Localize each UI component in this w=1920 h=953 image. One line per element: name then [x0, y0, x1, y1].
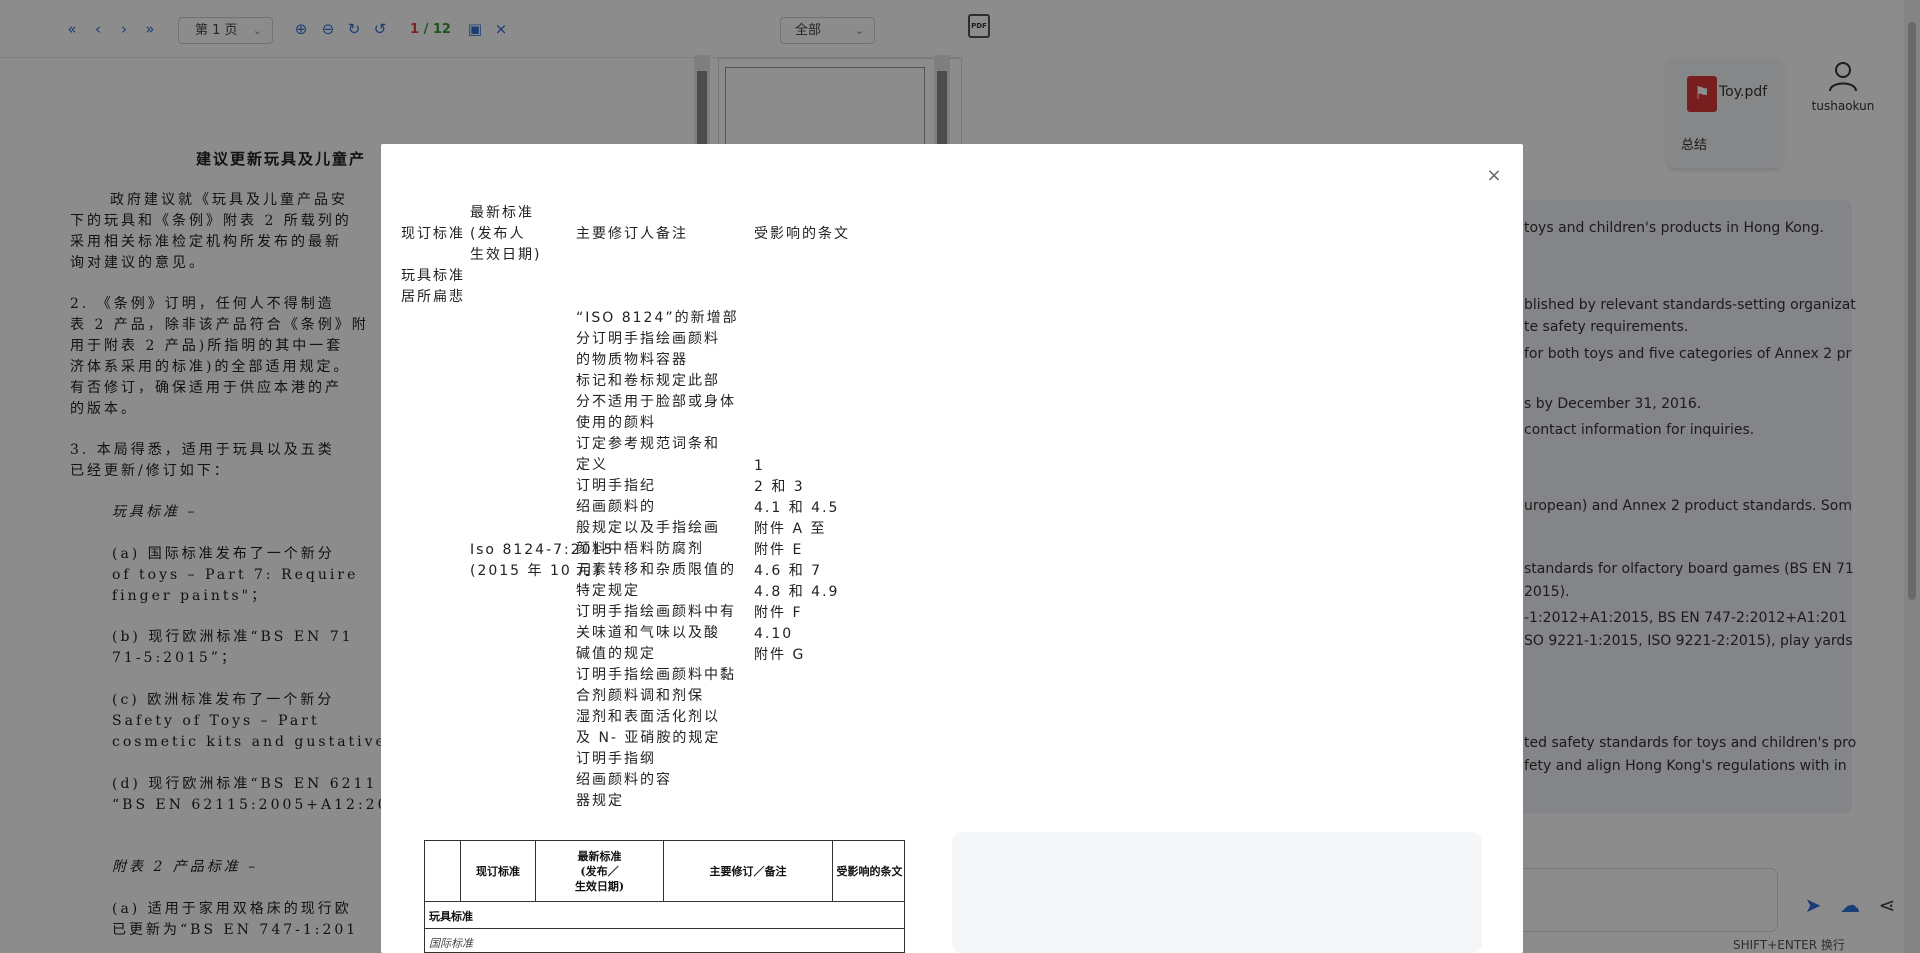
close-icon[interactable]: × [1484, 166, 1504, 186]
note-line: 分订明手指绘画颜料 [576, 331, 720, 347]
preview-placeholder [952, 832, 1482, 953]
affected-item: 4.6 和 7 [754, 563, 823, 579]
note-line: 特定规定 [576, 583, 640, 599]
table-image: 现订标准 最新标准 (发布／ 生效日期) 主要修订／备注 受影响的条文 玩具标准… [424, 840, 905, 953]
affected-item: 4.8 和 4.9 [754, 584, 840, 600]
table-header-notes: 主要修订／备注 [664, 841, 833, 902]
affected-item: 2 和 3 [754, 479, 805, 495]
header-affected: 受影响的条文 [754, 226, 850, 242]
note-line: 订明手指绘画颜料中有 [576, 604, 736, 620]
table-cell-blank [425, 841, 461, 902]
affected-item: 附件 G [754, 647, 806, 663]
table-divider [425, 928, 904, 929]
note-line: 般规定以及手指绘画 [576, 520, 720, 536]
note-line: 的物质物料容器 [576, 352, 688, 368]
affected-item: 4.10 [754, 626, 794, 642]
row-toy-sub: 居所扁悲 [401, 289, 465, 305]
note-line: 订明手指纪 [576, 478, 656, 494]
note-line: 标记和卷标规定此部 [576, 373, 720, 389]
note-line: 颜料中梧料防腐剂 [576, 541, 704, 557]
affected-item: 附件 A 至 [754, 521, 827, 537]
header-current: 现订标准 [401, 226, 465, 242]
header-latest-line1: 最新标准 [470, 205, 534, 221]
note-line: 绍画颜料的 [576, 499, 656, 515]
table-header-latest-1: 最新标准 [577, 849, 622, 863]
row-toy-label: 玩具标准 [401, 268, 465, 284]
table-header-latest: 最新标准 (发布／ 生效日期) [536, 841, 664, 902]
note-line: 使用的颜料 [576, 415, 656, 431]
header-latest-line3: 生效日期) [470, 247, 542, 263]
table-row-toy: 玩具标准 [429, 910, 473, 923]
table-header-current: 现订标准 [461, 841, 536, 902]
table-header-affected: 受影响的条文 [833, 841, 904, 902]
note-line: 湿剂和表面活化剂以 [576, 709, 720, 725]
affected-item: 1 [754, 458, 765, 474]
affected-item: 4.1 和 4.5 [754, 500, 840, 516]
note-line: 订明手指绘画颜料中黏 [576, 667, 736, 683]
note-line: 关味道和气味以及酸 [576, 625, 720, 641]
table-row-intl: 国际标准 [429, 937, 473, 950]
note-line: 元素转移和杂质限值的 [576, 562, 736, 578]
note-line: “ISO 8124”的新增部 [576, 310, 739, 326]
note-line: 合剂颜料调和剂保 [576, 688, 704, 704]
note-line: 分不适用于脸部或身体 [576, 394, 736, 410]
header-notes: 主要修订人备注 [576, 226, 688, 242]
table-header-latest-2: (发布／ [580, 864, 619, 878]
note-line: 器规定 [576, 793, 624, 809]
note-line: 碱值的规定 [576, 646, 656, 662]
header-latest-line2: (发布人 [470, 226, 526, 242]
note-line: 及 N- 亚硝胺的规定 [576, 730, 721, 746]
note-line: 绍画颜料的容 [576, 772, 672, 788]
affected-item: 附件 E [754, 542, 804, 558]
note-line: 定义 [576, 457, 608, 473]
note-line: 订明手指纲 [576, 751, 656, 767]
affected-item: 附件 F [754, 605, 803, 621]
note-line: 订定参考规范词条和 [576, 436, 720, 452]
table-header-latest-3: 生效日期) [574, 879, 625, 893]
